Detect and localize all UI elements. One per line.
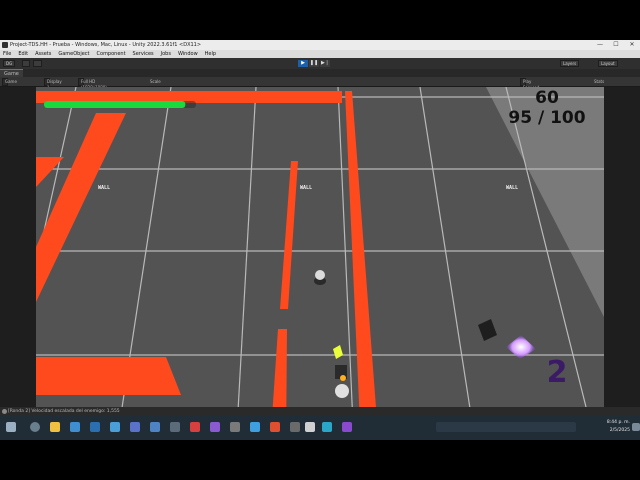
app-icon[interactable] bbox=[110, 422, 120, 432]
cloud-icon[interactable] bbox=[22, 60, 30, 67]
chrome-icon[interactable] bbox=[250, 422, 260, 432]
app-icon[interactable] bbox=[90, 422, 100, 432]
wall-marker-text: WALL bbox=[300, 185, 312, 191]
game-view-toolbar: Game Display 1 Full HD (1920x1080) Scale… bbox=[0, 77, 640, 90]
menu-file[interactable]: File bbox=[3, 50, 11, 58]
app-icon[interactable] bbox=[290, 422, 300, 432]
layers-dropdown[interactable]: Layers bbox=[560, 60, 580, 67]
game-scene: WALL WALL WALL bbox=[36, 87, 604, 440]
play-controls: ▶ ❚❚ ▶❘ bbox=[298, 60, 331, 67]
step-button-icon[interactable]: ▶❘ bbox=[320, 60, 330, 67]
title-bar: Project-TDS.HH - Prueba - Windows, Mac, … bbox=[0, 40, 640, 50]
menu-component[interactable]: Component bbox=[97, 50, 126, 58]
wall-marker-text: WALL bbox=[506, 185, 518, 191]
menu-window[interactable]: Window bbox=[178, 50, 198, 58]
menu-edit[interactable]: Edit bbox=[18, 50, 28, 58]
fps-counter: 60 bbox=[535, 88, 559, 108]
app-icon[interactable] bbox=[150, 422, 160, 432]
search-icon[interactable] bbox=[33, 60, 42, 67]
status-message[interactable]: [Ronda 2] Velocidad escalada del enemigo… bbox=[8, 407, 120, 416]
store-icon[interactable] bbox=[70, 422, 80, 432]
health-bar-fill bbox=[44, 101, 186, 108]
notification-icon[interactable] bbox=[632, 423, 640, 431]
viewport-letterbox-right bbox=[604, 87, 640, 440]
menu-assets[interactable]: Assets bbox=[35, 50, 51, 58]
menu-jobs[interactable]: Jobs bbox=[161, 50, 171, 58]
window-title: Project-TDS.HH - Prueba - Windows, Mac, … bbox=[10, 42, 202, 48]
info-icon bbox=[2, 409, 7, 414]
panel-tab-row: Game bbox=[0, 69, 640, 77]
unity-taskbar-icon[interactable] bbox=[305, 422, 315, 432]
app-icon[interactable] bbox=[322, 422, 332, 432]
brave-icon[interactable] bbox=[270, 422, 280, 432]
window-controls: — ☐ ✕ bbox=[592, 40, 640, 50]
game-mode-dropdown[interactable]: Game bbox=[2, 78, 17, 86]
play-button-icon[interactable]: ▶ bbox=[298, 60, 308, 67]
start-icon[interactable] bbox=[6, 422, 16, 432]
close-icon[interactable]: ✕ bbox=[624, 40, 640, 50]
resolution-dropdown[interactable]: Full HD (1920x1080) bbox=[78, 78, 107, 90]
app-icon[interactable] bbox=[130, 422, 140, 432]
display-dropdown[interactable]: Display 1 bbox=[44, 78, 62, 90]
status-bar: [Ronda 2] Velocidad escalada del enemigo… bbox=[0, 407, 640, 416]
tab-game[interactable]: Game bbox=[0, 69, 23, 77]
unity-logo-icon bbox=[2, 42, 8, 48]
stats-toggle[interactable]: Stats bbox=[594, 77, 604, 86]
layers-label: Layers bbox=[563, 61, 577, 66]
clock-time[interactable]: 8:44 p. m. bbox=[584, 420, 630, 425]
game-viewport[interactable]: WALL WALL WALL 60 95 / 100 2 bbox=[36, 87, 604, 440]
windows-taskbar: 8:44 p. m. 2/5/2025 bbox=[0, 416, 640, 440]
menu-help[interactable]: Help bbox=[205, 50, 216, 58]
account-button[interactable]: DG bbox=[3, 60, 16, 67]
pause-button-icon[interactable]: ❚❚ bbox=[309, 60, 319, 67]
maximize-icon[interactable]: ☐ bbox=[608, 40, 624, 50]
scale-label: Scale bbox=[150, 79, 161, 84]
app-icon[interactable] bbox=[230, 422, 240, 432]
wall-marker-text: WALL bbox=[98, 185, 110, 191]
unity-editor-window: Project-TDS.HH - Prueba - Windows, Mac, … bbox=[0, 40, 640, 440]
menu-gameobject[interactable]: GameObject bbox=[58, 50, 89, 58]
bottom-left-wall bbox=[36, 357, 181, 395]
account-label: DG bbox=[6, 61, 13, 66]
file-explorer-icon[interactable] bbox=[50, 422, 60, 432]
visual-studio-icon[interactable] bbox=[342, 422, 352, 432]
viewport-letterbox-left bbox=[0, 87, 36, 440]
ammo-counter: 95 / 100 bbox=[508, 108, 586, 128]
tray-icons[interactable] bbox=[436, 422, 576, 432]
game-mode-label: Game bbox=[5, 79, 17, 84]
wave-counter: 2 bbox=[546, 355, 568, 390]
layout-label: Layout bbox=[601, 61, 615, 66]
search-icon[interactable] bbox=[30, 422, 40, 432]
main-toolbar: DG ▶ ❚❚ ▶❘ Layers Layout bbox=[0, 58, 640, 69]
clock-date[interactable]: 2/5/2025 bbox=[584, 428, 630, 433]
layout-dropdown[interactable]: Layout bbox=[598, 60, 618, 67]
app-icon[interactable] bbox=[210, 422, 220, 432]
menu-services[interactable]: Services bbox=[133, 50, 154, 58]
minimize-icon[interactable]: — bbox=[592, 40, 608, 50]
app-icon[interactable] bbox=[170, 422, 180, 432]
app-icon[interactable] bbox=[190, 422, 200, 432]
play-focused-dropdown[interactable]: Play Focused bbox=[520, 78, 539, 90]
menu-bar: File Edit Assets GameObject Component Se… bbox=[0, 50, 640, 58]
